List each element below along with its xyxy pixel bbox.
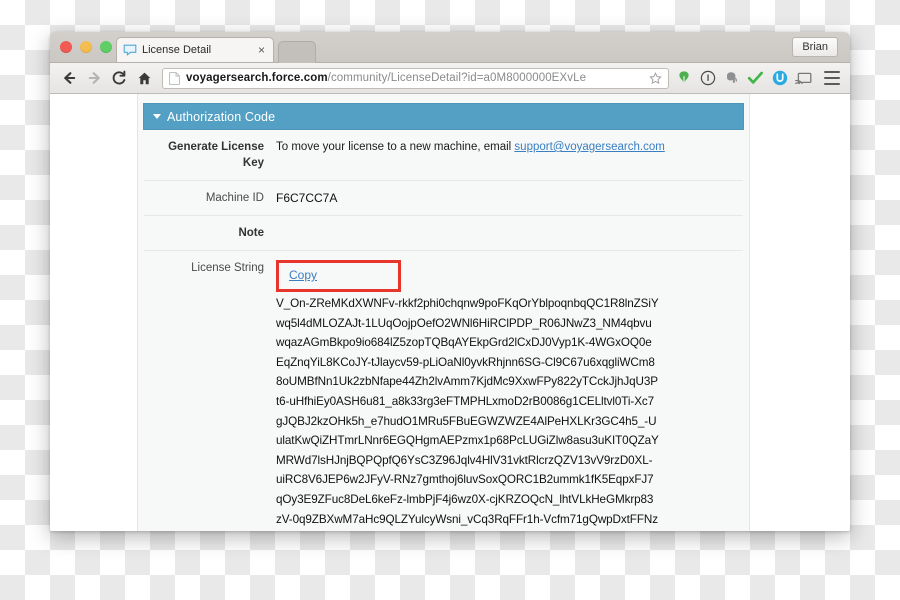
window-controls (60, 41, 112, 53)
browser-window: License Detail × Brian voyagersearch.for… (50, 32, 850, 531)
back-button[interactable] (58, 67, 80, 89)
close-window-button[interactable] (60, 41, 72, 53)
license-detail-form: Generate License Key To move your licens… (138, 130, 749, 531)
support-email-link[interactable]: support@voyagersearch.com (514, 141, 664, 153)
field-row-machine-id: Machine ID F6C7CC7A (144, 181, 743, 216)
background-tab[interactable] (278, 41, 316, 63)
license-string-line: ulatKwQiZHTmrLNnr6EGQHgmAEPzmx1p68PcLUGi… (276, 434, 659, 448)
reload-icon (112, 70, 126, 85)
forward-button[interactable] (83, 67, 105, 89)
cast-screen-icon (795, 72, 812, 84)
license-string-line: qOy3E9ZFuc8DeL6keFz-lmbPjF4j6wz0X-cjKRZO… (276, 492, 654, 506)
browser-menu-button[interactable] (824, 71, 840, 85)
url-text: voyagersearch.force.com/community/Licens… (186, 72, 645, 84)
elephant-extension-icon[interactable] (723, 70, 740, 87)
extension-icons (675, 70, 842, 87)
machine-id-value: F6C7CC7A (276, 191, 338, 205)
field-label: Note (238, 227, 264, 239)
green-check-icon (747, 71, 763, 84)
field-row-note: Note (144, 216, 743, 251)
cast-extension-icon[interactable] (795, 70, 812, 87)
menu-line (824, 77, 840, 79)
menu-line (824, 83, 840, 85)
bookmark-star-icon[interactable] (649, 71, 662, 85)
license-string-line: V_On-ZReMKdXWNFv-rkkf2phi0chqnw9poFKqOrY… (276, 297, 659, 310)
profile-chip[interactable]: Brian (792, 37, 838, 57)
menu-line (824, 71, 840, 73)
note-value (276, 225, 743, 241)
license-detail-panel: Authorization Code Generate License Key … (137, 94, 750, 531)
home-button[interactable] (133, 67, 155, 89)
license-string-line: wq5l4dMLOZAJt-1LUqOojpOefO2WNl6HiRClPDP_… (276, 316, 652, 330)
evernote-icon[interactable] (675, 70, 692, 87)
license-string-line: MRWd7lsHJnjBQPQpfQ6YsC3Z96Jqlv4HlV31vktR… (276, 453, 653, 467)
copy-link[interactable]: Copy (289, 268, 317, 282)
license-string-line: zV-0q9ZBXwM7aHc9QLZYulcyWsni_vCq3RqFFr1h… (276, 512, 658, 526)
page-document-icon (169, 71, 180, 85)
blue-u-icon (772, 70, 787, 86)
minimize-window-button[interactable] (80, 41, 92, 53)
license-string-value: Copy V_On-ZReMKdXWNFv-rkkf2phi0chqnw9poF… (276, 260, 743, 529)
zoom-window-button[interactable] (100, 41, 112, 53)
url-path: /community/LicenseDetail?id=a0M8000000EX… (327, 72, 587, 84)
instruction-text: To move your license to a new machine, e… (276, 141, 515, 153)
authorization-code-section-header[interactable]: Authorization Code (143, 103, 744, 130)
page-viewport: Authorization Code Generate License Key … (50, 94, 850, 531)
field-row-generate-license-key: Generate License Key To move your licens… (144, 130, 743, 181)
license-string-line: EqZnqYiL8KCoJY-tJlaycv59-pLiOaNl0yvkRhjn… (276, 355, 655, 369)
evernote-green-icon (678, 71, 689, 84)
copy-highlight-box: Copy (276, 260, 401, 292)
home-icon (138, 72, 150, 84)
field-label: Machine ID (205, 192, 264, 204)
license-string-text: V_On-ZReMKdXWNFv-rkkf2phi0chqnw9poFKqOrY… (276, 294, 743, 529)
section-title: Authorization Code (167, 109, 276, 124)
speech-bubble-icon (123, 44, 137, 56)
back-arrow-icon (63, 72, 75, 84)
license-string-line: uiRC8V6JEP6w2JFyV-RNz7gmthoj6luvSoxQORC1… (276, 473, 654, 487)
license-string-line: t6-uHfhiEy0ASH6u81_a8k33rg3eFTMPHLxmoD2r… (276, 394, 655, 408)
license-string-line: 8oUMBfNn1Uk2zbNfape44Zh2lvAmm7KjdMc9XxwF… (276, 375, 658, 389)
browser-tab[interactable]: License Detail × (116, 37, 274, 62)
license-string-line: gJQBJ2kzOHk5h_e7hudO1MRu5FBuEGWZWZE4AlPe… (276, 414, 657, 428)
forward-arrow-icon (88, 72, 100, 84)
field-label: License String (191, 262, 264, 274)
check-extension-icon[interactable] (747, 70, 764, 87)
reload-button[interactable] (108, 67, 130, 89)
info-circle-icon (700, 70, 715, 86)
field-label: Generate License Key (168, 141, 264, 169)
license-string-line: wqazAGmBkpo9io684lZ5zopTQBqAYEkpGrd2lCxD… (276, 336, 652, 350)
tab-strip: License Detail × Brian (50, 32, 850, 63)
url-host: voyagersearch.force.com (186, 72, 328, 84)
tab-title: License Detail (142, 44, 212, 56)
tab-close-icon[interactable]: × (256, 44, 267, 56)
browser-toolbar: voyagersearch.force.com/community/Licens… (50, 63, 850, 94)
address-bar[interactable]: voyagersearch.force.com/community/Licens… (162, 67, 669, 89)
field-row-license-string: License String Copy V_On-ZReMKdXWNFv-rkk… (144, 251, 743, 531)
info-circle-extension-icon[interactable] (699, 70, 716, 87)
elephant-gray-icon (726, 72, 737, 83)
chevron-down-icon[interactable] (153, 114, 161, 119)
field-value: To move your license to a new machine, e… (276, 139, 743, 171)
u-extension-icon[interactable] (771, 70, 788, 87)
